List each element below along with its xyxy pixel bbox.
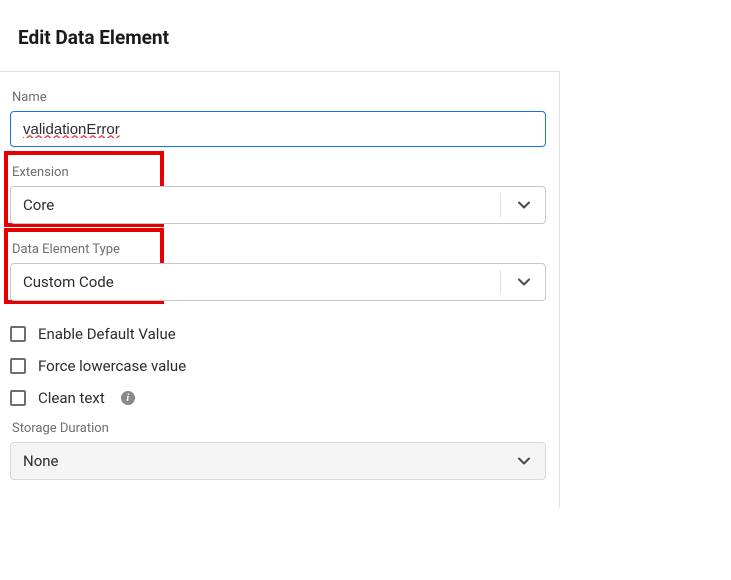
enable-default-label: Enable Default Value [38, 325, 176, 343]
data-element-type-label: Data Element Type [12, 242, 549, 257]
name-input[interactable] [10, 111, 546, 147]
storage-duration-select[interactable]: None [10, 442, 546, 480]
enable-default-checkbox-row[interactable]: Enable Default Value [10, 325, 549, 343]
form-panel: Name Extension Core Data Element Type Cu… [0, 71, 560, 508]
chevron-down-icon [517, 275, 531, 289]
data-element-type-select[interactable]: Custom Code [10, 263, 546, 301]
storage-duration-value: None [23, 452, 59, 470]
extension-value: Core [23, 196, 54, 214]
chevron-down-icon [517, 198, 531, 212]
force-lowercase-label: Force lowercase value [38, 357, 186, 375]
extension-block: Extension Core [10, 165, 549, 224]
force-lowercase-checkbox-row[interactable]: Force lowercase value [10, 357, 549, 375]
checkbox-icon [10, 358, 26, 374]
checkbox-icon [10, 326, 26, 342]
divider [500, 270, 501, 294]
extension-select[interactable]: Core [10, 186, 546, 224]
clean-text-checkbox-row[interactable]: Clean text i [10, 389, 549, 407]
divider [500, 193, 501, 217]
name-block: Name [10, 90, 549, 147]
data-element-type-value: Custom Code [23, 273, 114, 291]
clean-text-label: Clean text [38, 389, 105, 407]
info-icon[interactable]: i [121, 391, 135, 405]
storage-duration-block: Storage Duration None [10, 421, 549, 480]
name-label: Name [12, 90, 549, 105]
checkbox-icon [10, 390, 26, 406]
extension-label: Extension [12, 165, 549, 180]
data-element-type-block: Data Element Type Custom Code [10, 242, 549, 301]
storage-duration-label: Storage Duration [12, 421, 549, 436]
chevron-down-icon [517, 454, 531, 468]
page-title: Edit Data Element [0, 0, 731, 71]
